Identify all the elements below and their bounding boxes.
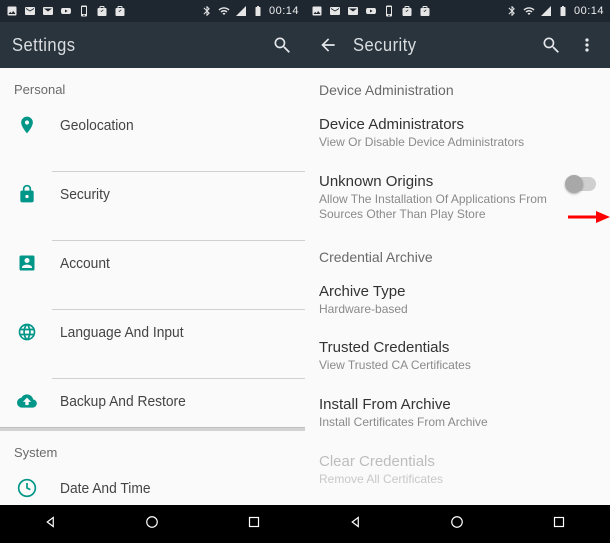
row-label: Date And Time [60, 480, 151, 497]
section-header-devadmin: Device Administration [305, 68, 610, 106]
row-account[interactable]: Account [0, 241, 305, 285]
cloud-upload-icon [16, 391, 38, 411]
item-title: Install From Archive [319, 396, 596, 413]
row-label: Account [60, 255, 110, 272]
row-label: Geolocation [60, 117, 134, 134]
globe-icon [16, 322, 38, 342]
gmail-icon [42, 5, 54, 17]
item-subtitle: Allow The Installation Of Applications F… [319, 192, 554, 223]
phone-icon [78, 5, 90, 17]
store-icon [96, 5, 108, 17]
overflow-menu-button[interactable] [576, 34, 598, 56]
recents-nav-button[interactable] [550, 513, 568, 536]
clock-icon [16, 478, 38, 498]
clock-label: 00:14 [269, 5, 299, 17]
wifi-icon [218, 5, 230, 17]
row-security[interactable]: Security [0, 172, 305, 216]
page-title: Security [353, 35, 512, 56]
app-bar-security: Security [305, 22, 610, 68]
back-nav-button[interactable] [347, 513, 365, 536]
item-subtitle: Install Certificates From Archive [319, 415, 596, 431]
item-clear-credentials: Clear Credentials Remove All Certificate… [305, 443, 610, 500]
gmail-icon [347, 5, 359, 17]
youtube-icon [60, 5, 72, 17]
item-archive-type[interactable]: Archive Type Hardware-based [305, 273, 610, 330]
mail-icon [24, 5, 36, 17]
back-nav-button[interactable] [42, 513, 60, 536]
item-trusted-credentials[interactable]: Trusted Credentials View Trusted CA Cert… [305, 329, 610, 386]
store-icon [401, 5, 413, 17]
store2-icon [419, 5, 431, 17]
row-geolocation[interactable]: Geolocation [0, 103, 305, 147]
section-header-credarchive: Credential Archive [305, 235, 610, 273]
lock-icon [16, 184, 38, 204]
row-backup[interactable]: Backup And Restore [0, 379, 305, 423]
section-header-system: System [0, 431, 305, 466]
item-subtitle: Remove All Certificates [319, 472, 596, 488]
item-subtitle: View Or Disable Device Administrators [319, 135, 596, 151]
item-subtitle: View Trusted CA Certificates [319, 358, 596, 374]
phone-icon [383, 5, 395, 17]
back-button[interactable] [317, 34, 339, 56]
clock-label: 00:14 [574, 5, 604, 17]
item-device-administrators[interactable]: Device Administrators View Or Disable De… [305, 106, 610, 163]
search-button[interactable] [540, 34, 562, 56]
account-icon [16, 253, 38, 273]
signal-icon [235, 5, 247, 17]
app-bar-settings: Settings [0, 22, 305, 68]
row-language[interactable]: Language And Input [0, 310, 305, 354]
home-nav-button[interactable] [143, 513, 161, 536]
status-bar-left: 00:14 [0, 0, 305, 22]
picture-icon [6, 5, 18, 17]
row-label: Language And Input [60, 324, 184, 341]
page-title: Settings [12, 35, 237, 56]
signal-icon [540, 5, 552, 17]
item-title: Device Administrators [319, 116, 596, 133]
item-title: Trusted Credentials [319, 339, 596, 356]
row-label: Backup And Restore [60, 393, 186, 410]
row-label: Security [60, 186, 110, 203]
item-unknown-origins[interactable]: Unknown Origins Allow The Installation O… [305, 163, 610, 235]
location-icon [16, 115, 38, 135]
mail-icon [329, 5, 341, 17]
recents-nav-button[interactable] [245, 513, 263, 536]
item-title: Clear Credentials [319, 453, 596, 470]
nav-bar-left [0, 505, 305, 543]
row-datetime[interactable]: Date And Time [0, 466, 305, 505]
section-header-personal: Personal [0, 68, 305, 103]
bluetooth-icon [201, 5, 213, 17]
item-title: Archive Type [319, 283, 596, 300]
battery-icon [557, 5, 569, 17]
youtube-icon [365, 5, 377, 17]
item-install-from-archive[interactable]: Install From Archive Install Certificate… [305, 386, 610, 443]
item-subtitle: Hardware-based [319, 302, 596, 318]
home-nav-button[interactable] [448, 513, 466, 536]
picture-icon [311, 5, 323, 17]
wifi-icon [523, 5, 535, 17]
status-bar-right: 00:14 [305, 0, 610, 22]
store2-icon [114, 5, 126, 17]
item-title: Unknown Origins [319, 173, 554, 190]
nav-bar-right [305, 505, 610, 543]
battery-icon [252, 5, 264, 17]
bluetooth-icon [506, 5, 518, 17]
search-button[interactable] [271, 34, 293, 56]
callout-arrow-icon [568, 210, 610, 229]
unknown-origins-toggle[interactable] [568, 177, 596, 191]
